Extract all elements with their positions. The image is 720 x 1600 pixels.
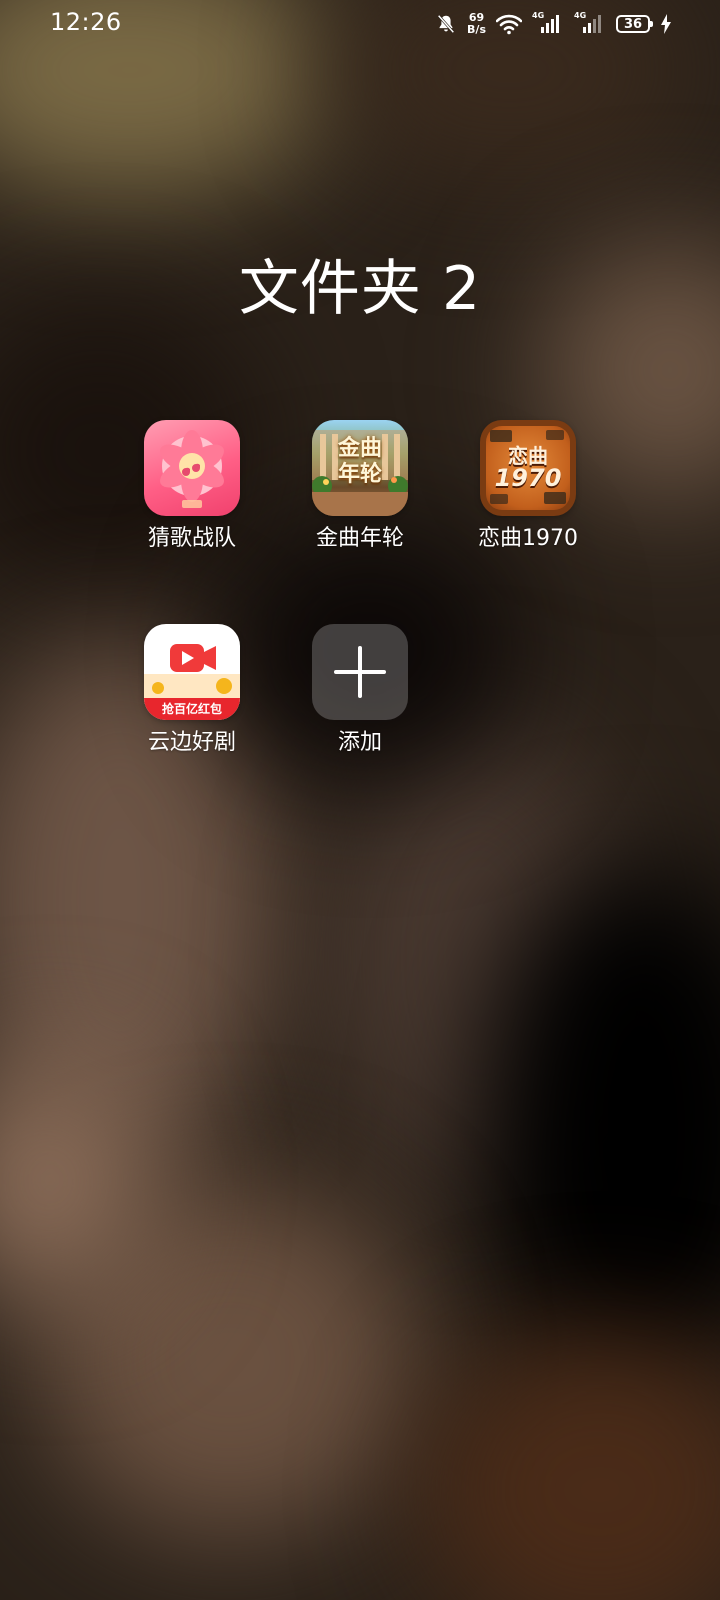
signal-icon: [583, 15, 601, 33]
signal-icon: [541, 15, 559, 33]
plus-icon: [334, 646, 386, 698]
battery-level: 36: [623, 16, 643, 32]
network-speed-unit: B/s: [467, 23, 486, 36]
mute-bell-icon: [437, 14, 455, 34]
status-icons: 69 B/s 4G 4G 36: [435, 10, 672, 38]
status-time: 12:26: [50, 8, 122, 36]
app-cloud-drama[interactable]: 抢百亿红包 云边好剧: [122, 624, 262, 758]
charging-bolt-icon: [661, 14, 671, 34]
signal-indicator-1: 4G: [532, 11, 564, 35]
guess-song-app-icon[interactable]: [144, 420, 240, 516]
app-label: 恋曲1970: [478, 526, 578, 551]
add-app-button[interactable]: 添加: [290, 624, 430, 758]
app-label: 云边好剧: [147, 730, 236, 755]
app-label: 添加: [337, 730, 382, 755]
network-speed: 69 B/s: [467, 12, 486, 36]
app-label: 猜歌战队: [147, 526, 236, 551]
golden-song-icon-text: 金曲年轮: [337, 436, 382, 487]
app-label: 金曲年轮: [315, 526, 404, 551]
wifi-icon: [496, 14, 522, 35]
status-bar: 12:26 69 B/s 4G 4G 36: [0, 0, 720, 48]
folder-title[interactable]: 文件夹 2: [0, 240, 720, 327]
love-song-icon-text-bottom: 1970: [494, 464, 562, 492]
golden-song-app-icon[interactable]: 金曲年轮: [312, 420, 408, 516]
battery-icon: 36: [616, 15, 653, 33]
flower-music-icon: [160, 430, 224, 508]
cloud-drama-icon-text: 抢百亿红包: [144, 698, 240, 720]
signal-indicator-2: 4G: [574, 11, 606, 35]
app-love-song[interactable]: 恋曲 1970 恋曲1970: [458, 420, 598, 554]
cloud-drama-app-icon[interactable]: 抢百亿红包: [144, 624, 240, 720]
app-golden-song[interactable]: 金曲年轮 金曲年轮: [290, 420, 430, 554]
love-song-app-icon[interactable]: 恋曲 1970: [480, 420, 576, 516]
add-app-tile[interactable]: [312, 624, 408, 720]
app-guess-song[interactable]: 猜歌战队: [122, 420, 262, 554]
